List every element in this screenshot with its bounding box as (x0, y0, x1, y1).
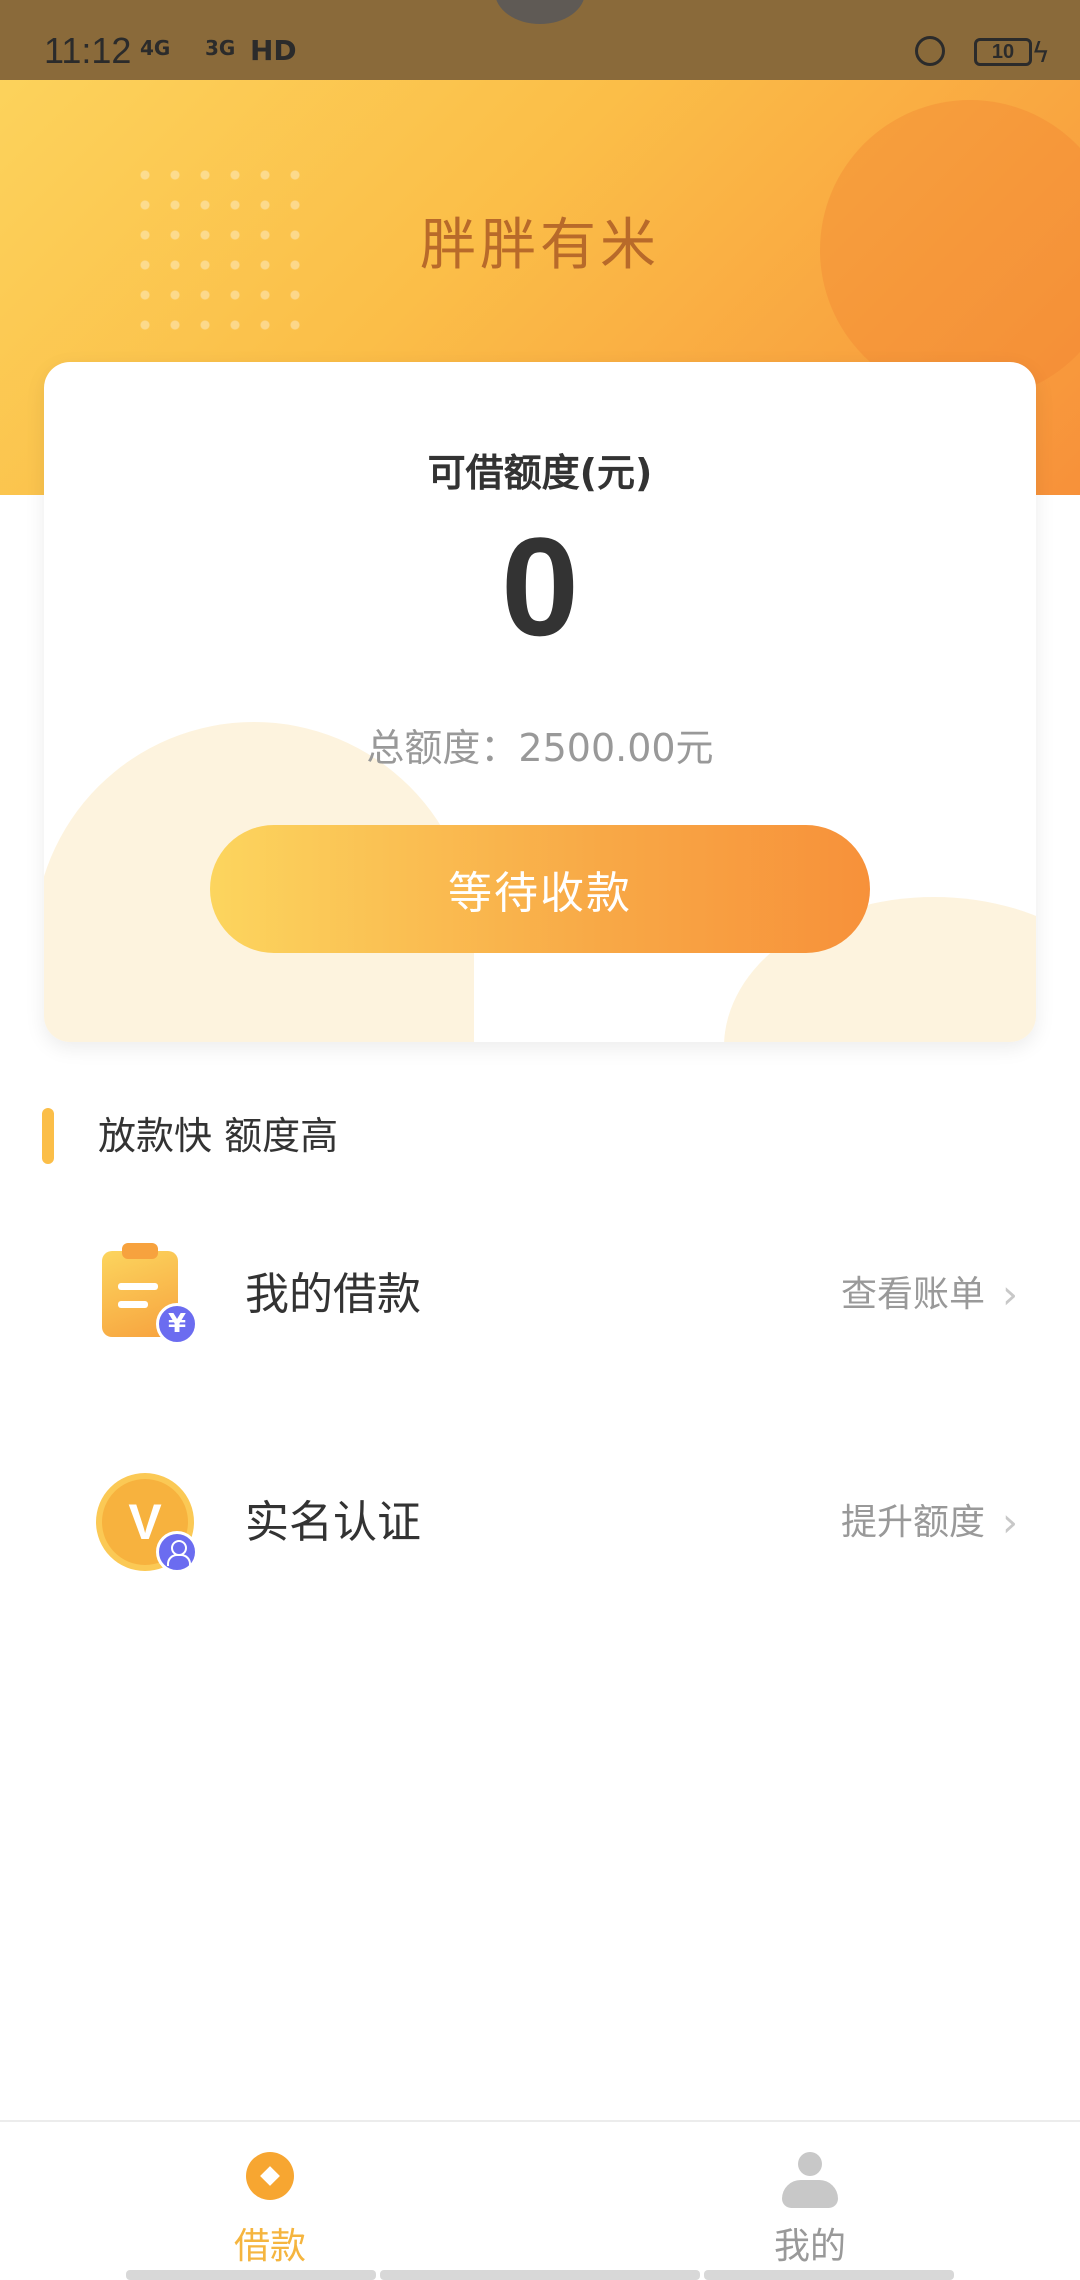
profile-icon (782, 2152, 838, 2208)
tab-loan[interactable]: 借款 (0, 2122, 540, 2280)
bottom-nav: 借款 我的 (0, 2120, 1080, 2280)
signal-3g-icon: 3G (205, 36, 236, 60)
clipboard-yen-icon: ¥ (100, 1243, 200, 1345)
list-item-label: 实名认证 (245, 1497, 421, 1548)
tab-label: 我的 (773, 2226, 846, 2267)
available-credit-amount: 0 (501, 508, 579, 665)
chevron-right-icon: › (1002, 1500, 1018, 1546)
list-item-my-loans[interactable]: ¥ 我的借款 查看账单 › (0, 1225, 1080, 1365)
raise-limit-link[interactable]: 提升额度 (841, 1497, 985, 1549)
chevron-right-icon: › (1002, 1272, 1018, 1318)
status-time: 11:12 (44, 30, 132, 71)
tab-label: 借款 (233, 2226, 306, 2267)
await-payment-button[interactable]: 等待收款 (210, 825, 870, 953)
section-title: 放款快 额度高 (98, 1114, 339, 1158)
loan-icon (246, 2152, 294, 2200)
hd-icon: HD (250, 34, 297, 67)
rotation-lock-icon (915, 36, 945, 66)
available-credit-label: 可借额度(元) (427, 451, 653, 495)
charging-icon: ϟ (1031, 36, 1050, 69)
signal-4g-icon: 4G (140, 36, 171, 60)
home-indicator (126, 2270, 376, 2280)
home-indicator (704, 2270, 954, 2280)
view-bill-link[interactable]: 查看账单 (841, 1269, 985, 1321)
verified-user-icon: V (100, 1473, 200, 1573)
list-item-identity-verification[interactable]: V 实名认证 提升额度 › (0, 1453, 1080, 1593)
battery-icon: 10 (974, 38, 1032, 66)
tab-profile[interactable]: 我的 (540, 2122, 1080, 2280)
credit-card-panel: 可借额度(元) 0 总额度：2500.00元 等待收款 (44, 362, 1036, 1042)
app-title: 胖胖有米 (420, 213, 660, 278)
list-item-label: 我的借款 (245, 1269, 421, 1320)
total-credit-text: 总额度：2500.00元 (366, 726, 714, 770)
home-indicator (380, 2270, 700, 2280)
section-accent-bar (42, 1108, 54, 1164)
app-screen: 11:12 4G 3G HD 10 ϟ 胖胖有米 可借额度(元) 0 总额度：2… (0, 0, 1080, 2280)
